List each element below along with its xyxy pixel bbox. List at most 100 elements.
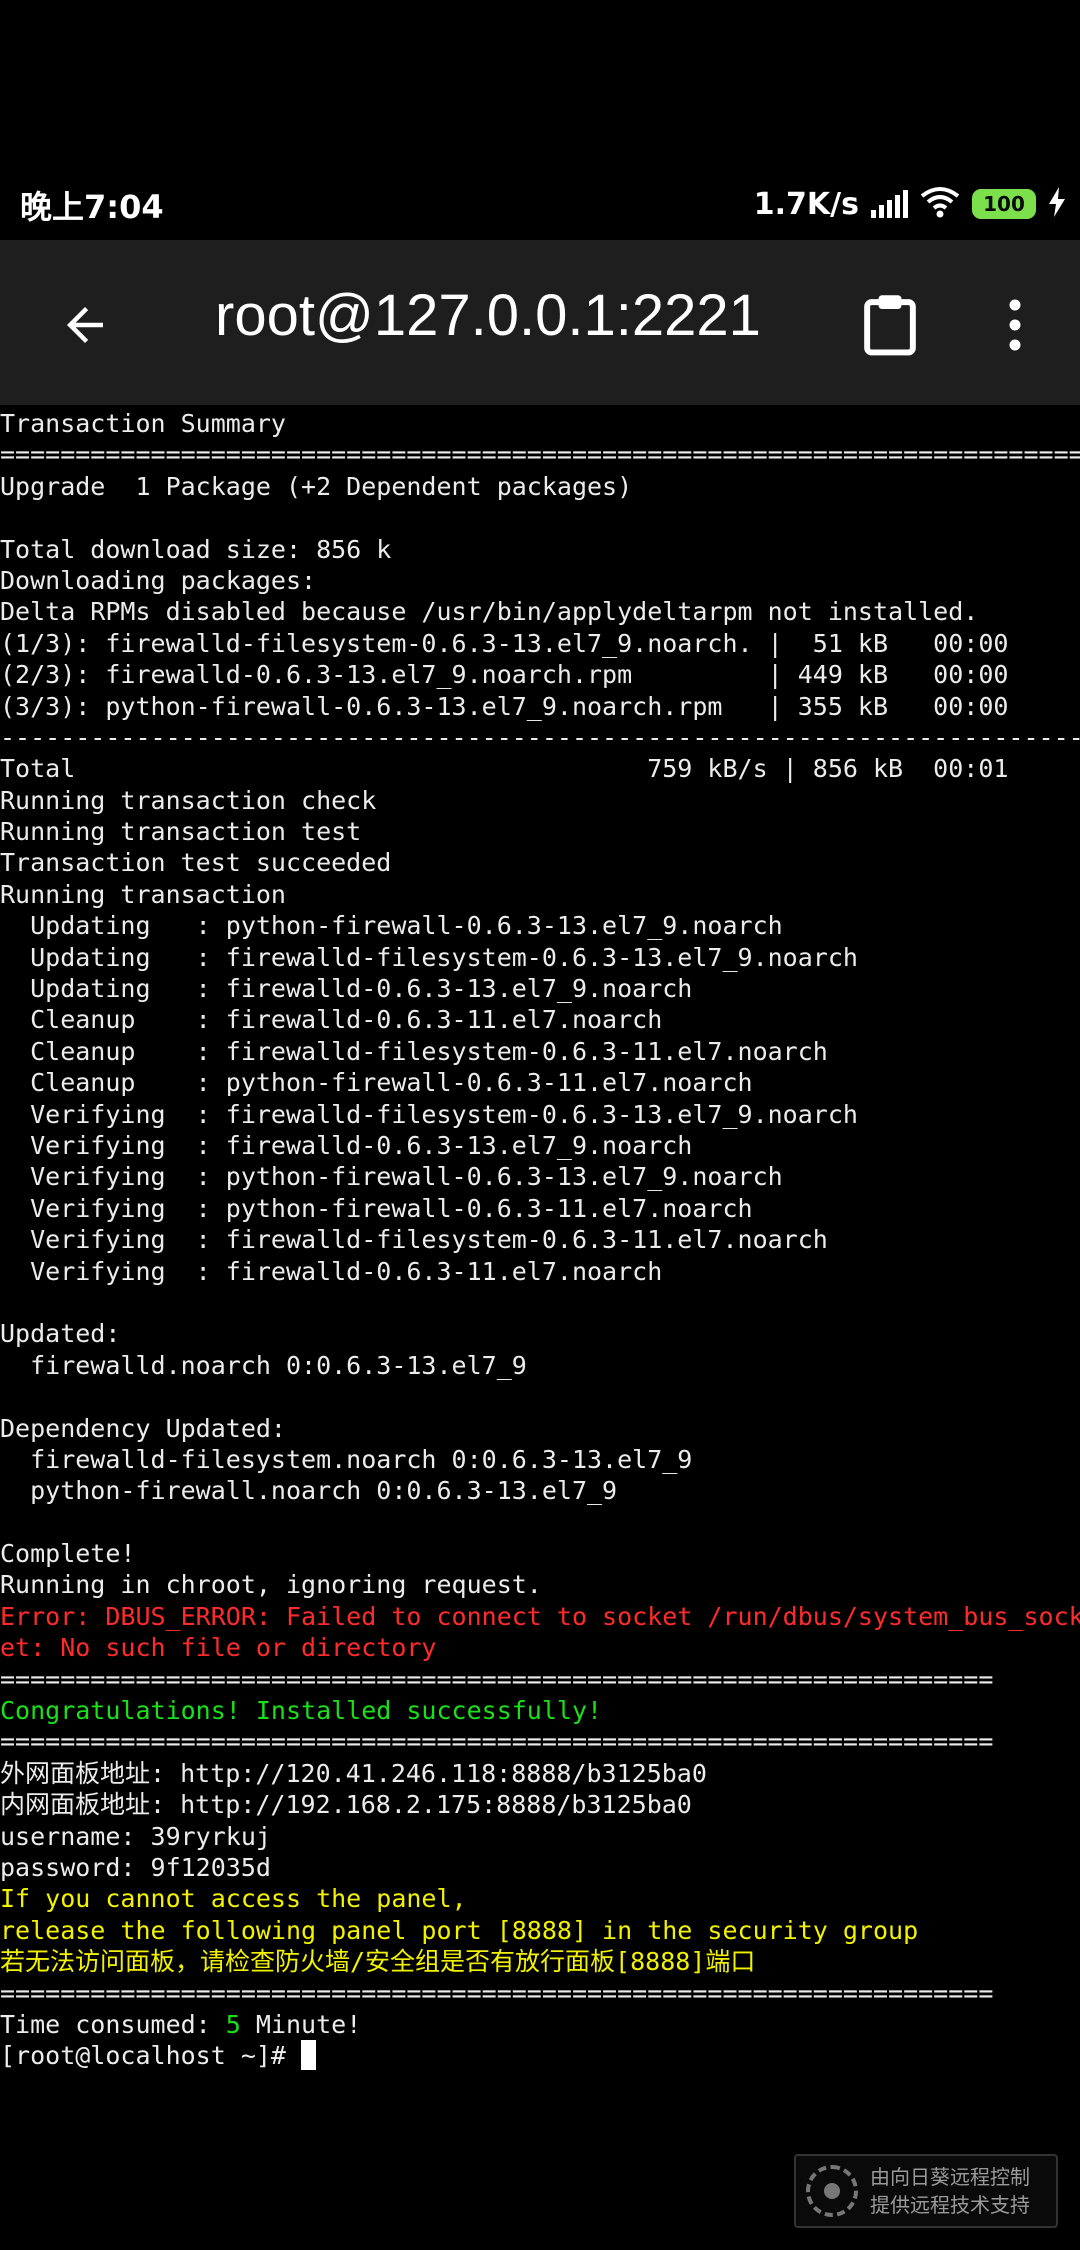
terminal-line: release the following panel port [8888] … <box>0 1915 1080 1946</box>
sunlogin-watermark: 由向日葵远程控制 提供远程技术支持 <box>794 2154 1058 2228</box>
terminal-line-text: ----------------------------------------… <box>0 722 1080 752</box>
terminal-line: Cleanup : firewalld-0.6.3-11.el7.noarch … <box>0 1004 1080 1035</box>
terminal-line: ========================================… <box>0 1978 1080 2009</box>
terminal-line: Updated: <box>0 1318 1080 1349</box>
connection-title: root@127.0.0.1:2221 <box>215 283 761 348</box>
terminal-line-text: Cleanup : python-firewall-0.6.3-11.el7.n… <box>0 1068 1080 1098</box>
terminal-line: 外网面板地址: http://120.41.246.118:8888/b3125… <box>0 1758 1080 1789</box>
terminal-line: Verifying : python-firewall-0.6.3-11.el7… <box>0 1193 1080 1224</box>
terminal-line-text: Cleanup : firewalld-filesystem-0.6.3-11.… <box>0 1036 1080 1066</box>
clipboard-icon <box>864 295 916 356</box>
terminal-cursor[interactable] <box>301 2040 317 2071</box>
terminal-line: username: 39ryrkuj <box>0 1821 1080 1852</box>
terminal-line: ========================================… <box>0 1726 1080 1757</box>
terminal-line-text: Upgrade 1 Package (+2 Dependent packages… <box>0 471 633 501</box>
more-options-button[interactable] <box>985 280 1045 370</box>
terminal-line-text: ========================================… <box>0 1727 994 1757</box>
terminal-line: If you cannot access the panel, <box>0 1883 1080 1914</box>
app-bar: root@127.0.0.1:2221 <box>0 240 1080 405</box>
terminal-line: (2/3): firewalld-0.6.3-13.el7_9.noarch.r… <box>0 659 1080 690</box>
terminal-output[interactable]: Transaction Summary =====================… <box>0 408 1080 2148</box>
terminal-line: Congratulations! Installed successfully! <box>0 1695 1080 1726</box>
terminal-line: Transaction Summary <box>0 408 1080 439</box>
terminal-line: firewalld.noarch 0:0.6.3-13.el7_9 <box>0 1350 1080 1381</box>
terminal-line-text: python-firewall.noarch 0:0.6.3-13.el7_9 <box>0 1476 618 1506</box>
terminal-line-text: Total download size: 856 k <box>0 534 392 564</box>
terminal-line: Cleanup : firewalld-filesystem-0.6.3-11.… <box>0 1036 1080 1067</box>
terminal-line: Delta RPMs disabled because /usr/bin/app… <box>0 596 1080 627</box>
terminal-line: Time consumed: 5 Minute! <box>0 2009 1080 2040</box>
terminal-line: 内网面板地址: http://192.168.2.175:8888/b3125b… <box>0 1789 1080 1820</box>
terminal-line: Total download size: 856 k <box>0 534 1080 565</box>
terminal-line: Error: DBUS_ERROR: Failed to connect to … <box>0 1601 1080 1632</box>
terminal-line-text: ========================================… <box>0 1664 994 1694</box>
terminal-line-text: Transaction Summary <box>0 409 286 438</box>
terminal-line: Running transaction test <box>0 816 1080 847</box>
signal-icon <box>871 190 908 218</box>
terminal-line: Transaction test succeeded <box>0 847 1080 878</box>
terminal-line-text: release the following panel port [8888] … <box>0 1915 919 1945</box>
terminal-line-text: (1/3): firewalld-filesystem-0.6.3-13.el7… <box>0 628 1009 658</box>
terminal-line: Upgrade 1 Package (+2 Dependent packages… <box>0 471 1080 502</box>
terminal-line: et: No such file or directory <box>0 1632 1080 1663</box>
terminal-line: ----------------------------------------… <box>0 722 1080 753</box>
terminal-line-text: Cleanup : firewalld-0.6.3-11.el7.noarch … <box>0 1005 1080 1035</box>
terminal-line: Total 759 kB/s | 856 kB 00:01 <box>0 753 1080 784</box>
terminal-line: firewalld-filesystem.noarch 0:0.6.3-13.e… <box>0 1444 1080 1475</box>
terminal-line-text: Time consumed: <box>0 2009 226 2039</box>
clipboard-button[interactable] <box>845 280 935 370</box>
arrow-back-icon <box>67 307 103 343</box>
status-bar: 晚上7:04 1.7K/s 100 <box>0 0 1080 240</box>
status-indicators: 1.7K/s 100 <box>754 182 1066 226</box>
terminal-line-text: Running transaction check <box>0 785 377 815</box>
terminal-line-highlight: 5 <box>225 2009 241 2039</box>
terminal-line-text: If you cannot access the panel, <box>0 1884 467 1914</box>
terminal-line-text: Transaction test succeeded <box>0 848 392 878</box>
terminal-line-text: 外网面板地址: http://120.41.246.118:8888/b3125… <box>0 1758 707 1788</box>
terminal-line-text: Verifying : firewalld-0.6.3-13.el7_9.noa… <box>0 1130 1080 1160</box>
more-vert-icon <box>1009 299 1021 351</box>
terminal-line: (1/3): firewalld-filesystem-0.6.3-13.el7… <box>0 628 1080 659</box>
terminal-line: 若无法访问面板，请检查防火墙/安全组是否有放行面板[8888]端口 <box>0 1946 1080 1977</box>
watermark-line-2: 提供远程技术支持 <box>870 2193 1030 2217</box>
terminal-line-text: Congratulations! Installed successfully! <box>0 1696 603 1726</box>
back-button[interactable] <box>40 280 130 370</box>
terminal-line: python-firewall.noarch 0:0.6.3-13.el7_9 <box>0 1475 1080 1506</box>
terminal-line-text: firewalld-filesystem.noarch 0:0.6.3-13.e… <box>0 1444 693 1474</box>
terminal-line-text: Verifying : firewalld-filesystem-0.6.3-1… <box>0 1225 1080 1255</box>
terminal-line-text: Delta RPMs disabled because /usr/bin/app… <box>0 597 979 627</box>
terminal-line: Verifying : firewalld-filesystem-0.6.3-1… <box>0 1224 1080 1255</box>
terminal-line-text: et: No such file or directory <box>0 1633 437 1663</box>
terminal-line-text: password: 9f12035d <box>0 1852 271 1882</box>
terminal-line: Verifying : firewalld-0.6.3-13.el7_9.noa… <box>0 1130 1080 1161</box>
terminal-line-text: Downloading packages: <box>0 565 317 595</box>
terminal-line: Updating : python-firewall-0.6.3-13.el7_… <box>0 910 1080 941</box>
wifi-icon <box>920 186 960 222</box>
terminal-line-text: Verifying : python-firewall-0.6.3-13.el7… <box>0 1162 1080 1192</box>
terminal-line: Downloading packages: <box>0 565 1080 596</box>
terminal-line-text: username: 39ryrkuj <box>0 1821 271 1851</box>
terminal-line: Verifying : python-firewall-0.6.3-13.el7… <box>0 1161 1080 1192</box>
terminal-line-text: Dependency Updated: <box>0 1413 286 1443</box>
terminal-line: password: 9f12035d <box>0 1852 1080 1883</box>
terminal-line-text: Complete! <box>0 1539 136 1569</box>
terminal-line: Running in chroot, ignoring request. <box>0 1569 1080 1600</box>
terminal-line-text: (2/3): firewalld-0.6.3-13.el7_9.noarch.r… <box>0 660 1009 690</box>
sunflower-logo-icon <box>806 2165 858 2217</box>
terminal-line: Complete! <box>0 1538 1080 1569</box>
terminal-line-text: Verifying : firewalld-filesystem-0.6.3-1… <box>0 1099 1080 1129</box>
terminal-line-text: Updated: <box>0 1319 121 1349</box>
terminal-line: Dependency Updated: <box>0 1413 1080 1444</box>
terminal-line: (3/3): python-firewall-0.6.3-13.el7_9.no… <box>0 691 1080 722</box>
terminal-line: [root@localhost ~]# <box>0 2040 1080 2071</box>
terminal-line-text: Updating : python-firewall-0.6.3-13.el7_… <box>0 911 1080 941</box>
terminal-line: ========================================… <box>0 1664 1080 1695</box>
terminal-line: Updating : firewalld-filesystem-0.6.3-13… <box>0 942 1080 973</box>
battery-icon: 100 <box>972 189 1036 219</box>
terminal-line-text: [root@localhost ~]# <box>0 2041 302 2071</box>
terminal-line-text: ========================================… <box>0 1978 994 2008</box>
terminal-line-text: Running in chroot, ignoring request. <box>0 1570 542 1600</box>
